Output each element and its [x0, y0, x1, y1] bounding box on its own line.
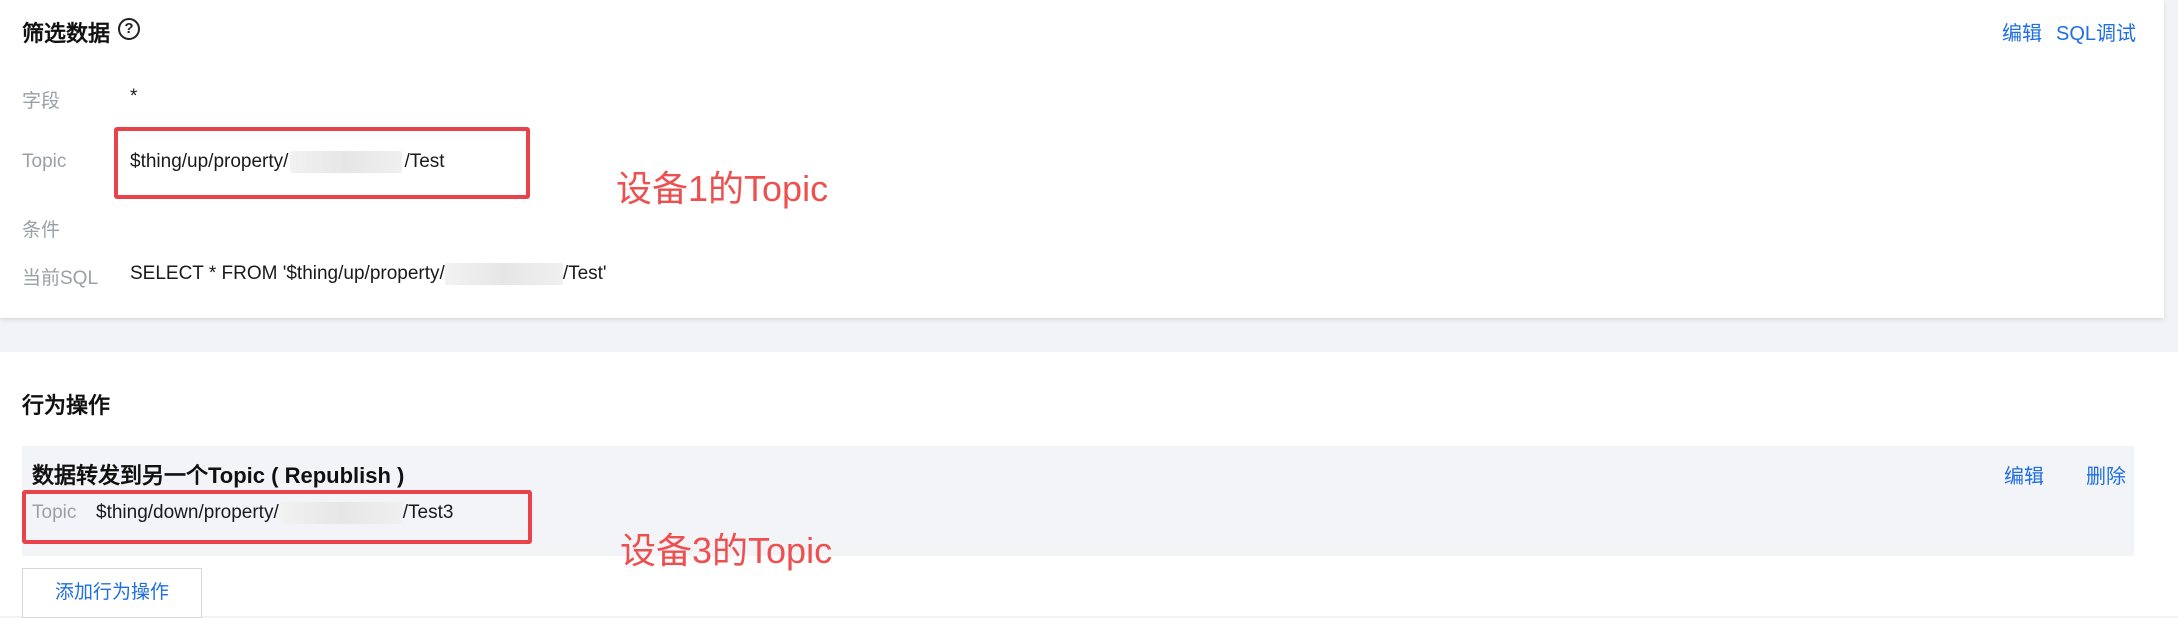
sql-suffix: /Test' [562, 263, 607, 285]
sql-debug-link[interactable]: SQL调试 [2056, 17, 2136, 46]
sql-label: 当前SQL [22, 268, 99, 289]
redacted-device-name [444, 263, 563, 285]
sql-prefix: SELECT * FROM '$thing/up/property/ [130, 263, 445, 285]
question-circle-icon[interactable]: ? [118, 18, 140, 40]
annotation-device1: 设备1的Topic [616, 168, 829, 209]
highlight-box-topic1 [114, 127, 530, 199]
highlight-box-topic3 [22, 490, 532, 544]
annotation-device3: 设备3的Topic [620, 530, 833, 571]
action-delete-link[interactable]: 删除 [2086, 460, 2126, 489]
actions-title: 行为操作 [22, 393, 111, 418]
filter-data-title: 筛选数据 [22, 21, 111, 46]
republish-action-title: 数据转发到另一个Topic ( Republish ) [32, 463, 405, 488]
sql-value: SELECT * FROM '$thing/up/property/ /Test' [130, 263, 607, 285]
condition-label: 条件 [22, 220, 61, 241]
action-edit-link[interactable]: 编辑 [2004, 460, 2044, 489]
field-value: * [130, 86, 138, 107]
field-label: 字段 [22, 91, 61, 112]
filter-edit-link[interactable]: 编辑 [2002, 17, 2042, 46]
add-action-button[interactable]: 添加行为操作 [22, 568, 202, 618]
topic-label: Topic [22, 151, 67, 172]
